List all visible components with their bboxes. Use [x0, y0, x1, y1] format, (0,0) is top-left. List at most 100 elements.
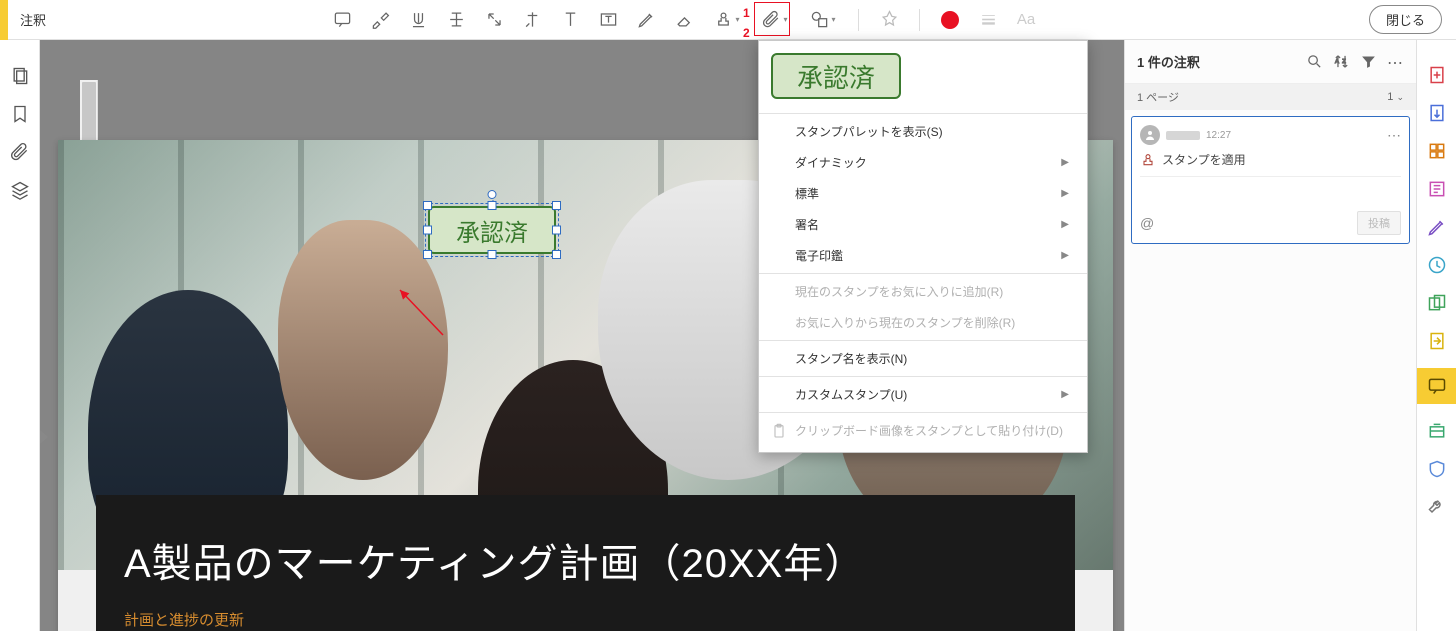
- menu-label: スタンプ名を表示(N): [795, 350, 907, 367]
- stamp-preview-text: 承認済: [797, 58, 875, 95]
- chevron-down-icon: ▾: [735, 15, 739, 24]
- stamp-tool[interactable]: ▾: [710, 8, 744, 32]
- menu-separator: [759, 273, 1087, 274]
- comment-more-icon[interactable]: ⋯: [1387, 127, 1401, 144]
- comment-action-row: スタンプを適用: [1140, 151, 1401, 168]
- comments-pager[interactable]: 1 ページ 1 ⌄: [1125, 84, 1416, 110]
- comment-username-redacted: [1166, 131, 1200, 140]
- mode-label: 注釈: [20, 10, 46, 29]
- comments-list: 12:27 ⋯ スタンプを適用 @ 投稿: [1125, 110, 1416, 250]
- edit-pdf-icon[interactable]: [1426, 178, 1448, 200]
- scan-ocr-icon[interactable]: [1426, 420, 1448, 442]
- resize-handle-sw[interactable]: [423, 250, 432, 259]
- toolbar-tools: ▾ ▾ ▾ Aa: [330, 8, 1038, 32]
- combine-icon[interactable]: [1426, 292, 1448, 314]
- shapes-tool[interactable]: ▾: [806, 8, 840, 32]
- insert-text-tool[interactable]: [520, 8, 544, 32]
- annotation-toolbar: 注釈 ▾ ▾ ▾ Aa 閉じる: [0, 0, 1456, 40]
- mode-color-tab: [0, 0, 8, 40]
- resize-handle-se[interactable]: [552, 250, 561, 259]
- resize-handle-nw[interactable]: [423, 201, 432, 210]
- sort-icon[interactable]: AZ: [1333, 53, 1350, 70]
- menu-show-stamp-names[interactable]: スタンプ名を表示(N): [759, 343, 1087, 374]
- filter-icon[interactable]: [1360, 53, 1377, 70]
- highlight-tool[interactable]: [368, 8, 392, 32]
- comment-tool-icon[interactable]: [1417, 368, 1456, 404]
- title-banner: A製品のマーケティング計画（20XX年） 計画と進捗の更新: [96, 495, 1075, 631]
- toolbar-separator: [919, 9, 920, 31]
- share-icon[interactable]: [1426, 330, 1448, 352]
- menu-custom-stamps[interactable]: カスタムスタンプ(U)▶: [759, 379, 1087, 410]
- menu-eseal-stamps[interactable]: 電子印鑑 ▶: [759, 240, 1087, 271]
- menu-label: スタンプパレットを表示(S): [795, 123, 943, 140]
- close-button[interactable]: 閉じる: [1369, 5, 1442, 34]
- menu-signature-stamps[interactable]: 署名 ▶: [759, 209, 1087, 240]
- expand-panel-handle[interactable]: [40, 430, 48, 444]
- send-comments-icon[interactable]: [1426, 254, 1448, 276]
- stamp-dropdown-menu: 承認済 スタンプパレットを表示(S) ダイナミック▶ 標準▶ 署名 ▶ 電子印鑑 ▶…: [758, 40, 1088, 453]
- replace-text-tool[interactable]: [482, 8, 506, 32]
- stamp-annotation-selected[interactable]: 承認済: [428, 206, 556, 254]
- color-dot-icon: [941, 11, 959, 29]
- pages-icon[interactable]: [10, 66, 30, 86]
- comment-item[interactable]: 12:27 ⋯ スタンプを適用 @ 投稿: [1131, 116, 1410, 244]
- menu-dynamic-stamps[interactable]: ダイナミック▶: [759, 147, 1087, 178]
- selection-outline: [425, 203, 559, 257]
- comments-header: 1 件の注釈 AZ ⋯: [1125, 40, 1416, 84]
- chevron-right-icon: ▶: [1061, 250, 1069, 261]
- more-tools-icon[interactable]: [1426, 496, 1448, 518]
- sticky-note-tool[interactable]: [330, 8, 354, 32]
- menu-separator: [759, 412, 1087, 413]
- textbox-tool[interactable]: [596, 8, 620, 32]
- bookmark-icon[interactable]: [10, 104, 30, 124]
- attachment-icon[interactable]: [10, 142, 30, 162]
- comments-panel: 1 件の注釈 AZ ⋯ 1 ページ 1 ⌄ 12:27 ⋯ スタンプを適用 @: [1124, 40, 1416, 631]
- reply-input[interactable]: [1140, 183, 1401, 201]
- chevron-right-icon: ▶: [1061, 219, 1069, 230]
- resize-handle-n[interactable]: [488, 201, 497, 210]
- stamp-preview-item[interactable]: 承認済: [759, 41, 1087, 111]
- menu-label: ダイナミック: [795, 154, 867, 171]
- search-icon[interactable]: [1306, 53, 1323, 70]
- line-weight-tool[interactable]: [976, 8, 1000, 32]
- comment-action-text: スタンプを適用: [1162, 151, 1246, 168]
- fill-sign-icon[interactable]: [1426, 216, 1448, 238]
- menu-label: 現在のスタンプをお気に入りに追加(R): [795, 283, 1003, 300]
- more-icon[interactable]: ⋯: [1387, 53, 1404, 70]
- right-tools-sidebar: [1416, 40, 1456, 631]
- menu-label: 署名: [795, 216, 819, 233]
- add-text-tool[interactable]: [558, 8, 582, 32]
- resize-handle-s[interactable]: [488, 250, 497, 259]
- eraser-tool[interactable]: [672, 8, 696, 32]
- create-pdf-icon[interactable]: [1426, 64, 1448, 86]
- avatar: [1140, 125, 1160, 145]
- underline-tool[interactable]: [406, 8, 430, 32]
- menu-standard-stamps[interactable]: 標準▶: [759, 178, 1087, 209]
- menu-show-stamp-palette[interactable]: スタンプパレットを表示(S): [759, 116, 1087, 147]
- toolbar-separator: [858, 9, 859, 31]
- menu-remove-favorite: お気に入りから現在のスタンプを削除(R): [759, 307, 1087, 338]
- mention-icon[interactable]: @: [1140, 215, 1154, 231]
- callout-box-1: [754, 2, 790, 36]
- pencil-tool[interactable]: [634, 8, 658, 32]
- strikethrough-tool[interactable]: [444, 8, 468, 32]
- document-title: A製品のマーケティング計画（20XX年）: [124, 531, 1047, 589]
- layers-icon[interactable]: [10, 180, 30, 200]
- comments-count-title: 1 件の注釈: [1137, 52, 1296, 71]
- font-tool[interactable]: Aa: [1014, 8, 1038, 32]
- comment-header-row: 12:27 ⋯: [1140, 125, 1401, 145]
- menu-label: カスタムスタンプ(U): [795, 386, 907, 403]
- organize-pages-icon[interactable]: [1426, 140, 1448, 162]
- protect-icon[interactable]: [1426, 458, 1448, 480]
- svg-text:Z: Z: [1342, 59, 1346, 65]
- resize-handle-w[interactable]: [423, 226, 432, 235]
- rotation-handle[interactable]: [488, 190, 497, 199]
- menu-label: 電子印鑑: [795, 247, 843, 264]
- pin-tool[interactable]: [877, 8, 901, 32]
- export-pdf-icon[interactable]: [1426, 102, 1448, 124]
- post-button[interactable]: 投稿: [1357, 211, 1401, 235]
- resize-handle-e[interactable]: [552, 226, 561, 235]
- color-picker[interactable]: [938, 8, 962, 32]
- menu-label: 標準: [795, 185, 819, 202]
- resize-handle-ne[interactable]: [552, 201, 561, 210]
